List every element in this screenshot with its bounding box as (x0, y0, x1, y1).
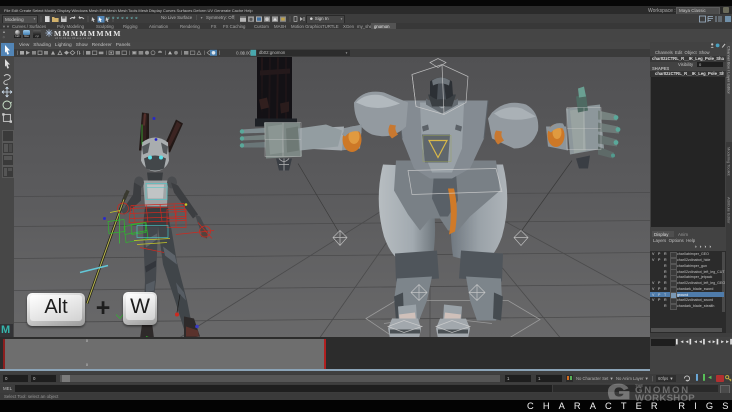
svg-text:1.00: 1.00 (242, 50, 251, 55)
